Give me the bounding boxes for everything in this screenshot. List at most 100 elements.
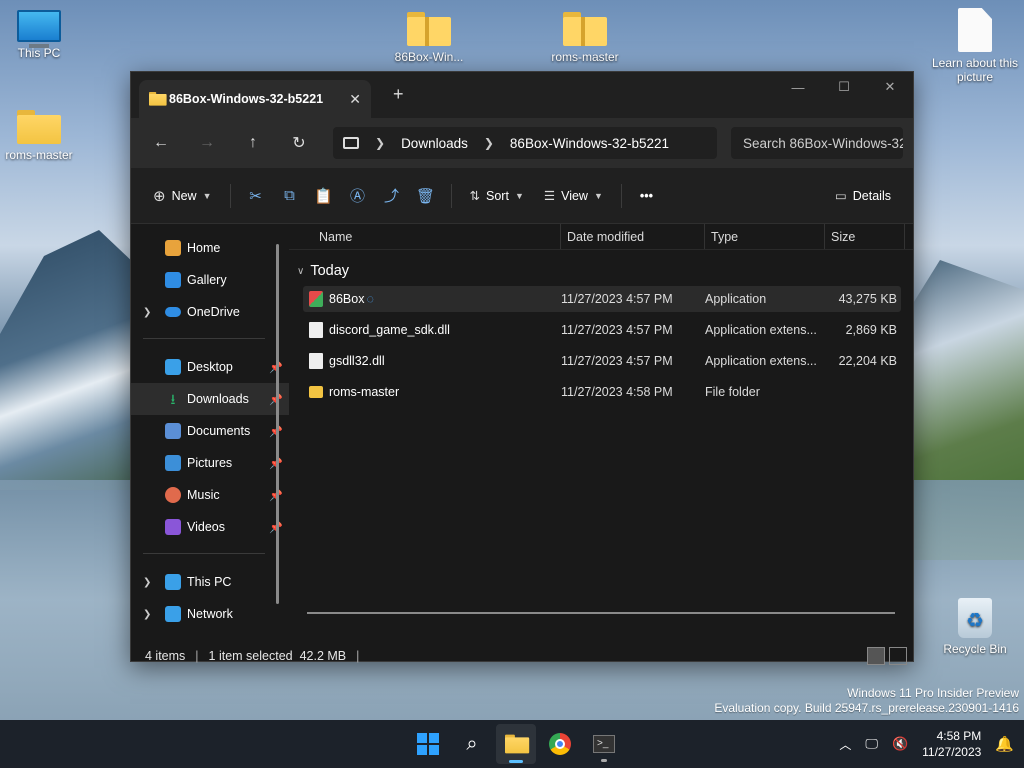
file-size: 43,275 KB (838, 292, 897, 306)
search-button[interactable]: ⌕ (452, 724, 492, 764)
file-explorer-taskbar-button[interactable] (496, 724, 536, 764)
gallery-icon (165, 272, 181, 288)
file-row[interactable]: roms-master 11/27/2023 4:58 PM File fold… (303, 379, 901, 405)
folder-icon (309, 386, 323, 398)
recycle-bin-icon: ♻ (958, 598, 992, 638)
file-row[interactable]: 86Box ◌ 11/27/2023 4:57 PM Application 4… (303, 286, 901, 312)
status-bar: 4 items | 1 item selected 42.2 MB | (131, 644, 913, 668)
maximize-button[interactable]: ☐ (821, 72, 867, 102)
delete-icon[interactable]: 🗑 (411, 178, 441, 214)
back-button[interactable]: ← (141, 127, 181, 159)
sidebar-item-network[interactable]: ❯ Network (131, 598, 289, 630)
file-type: File folder (705, 385, 760, 399)
file-name: gsdll32.dll (329, 354, 385, 368)
status-separator: | (356, 649, 360, 663)
file-explorer-window: 86Box-Windows-32-b5221 ✕ + — ☐ ✕ ← → ↑ ↻… (130, 71, 914, 665)
file-type: Application extens... (705, 323, 817, 337)
chevron-right-icon[interactable]: ❯ (143, 577, 151, 588)
sidebar-item-gallery[interactable]: Gallery (131, 264, 289, 296)
monitor-icon (165, 574, 181, 590)
start-button[interactable] (408, 724, 448, 764)
close-window-button[interactable]: ✕ (867, 72, 913, 102)
sidebar-divider (143, 553, 265, 554)
cut-icon[interactable]: ✂ (241, 178, 271, 214)
breadcrumb-current-folder[interactable]: 86Box-Windows-32-b5221 (510, 136, 669, 151)
file-row[interactable]: gsdll32.dll 11/27/2023 4:57 PM Applicati… (303, 348, 901, 374)
desktop-icon-label: Learn about this picture (931, 56, 1019, 84)
busy-cursor-icon: ◌ (366, 292, 374, 306)
details-button[interactable]: ▭ Details (827, 178, 899, 214)
sidebar-item-this-pc[interactable]: ❯ This PC (131, 566, 289, 598)
up-button[interactable]: ↑ (233, 127, 273, 159)
group-header-today[interactable]: ∨ Today (297, 260, 913, 282)
desktop-icon-roms-master-zip[interactable]: roms-master (540, 12, 630, 64)
share-icon[interactable]: ⤴ (377, 178, 407, 214)
sidebar-item-pictures[interactable]: Pictures 📌 (131, 447, 289, 479)
chevron-up-icon[interactable]: ︿ (839, 736, 851, 753)
dll-file-icon (309, 322, 323, 338)
address-bar[interactable]: ❯ Downloads ❯ 86Box-Windows-32-b5221 (333, 127, 717, 159)
sidebar-item-onedrive[interactable]: ❯ OneDrive (131, 296, 289, 328)
breadcrumb-downloads[interactable]: Downloads (401, 136, 468, 151)
search-input[interactable]: Search 86Box-Windows-32-b5221 (731, 127, 903, 159)
desktop-icon-86box-zip[interactable]: 86Box-Win... (384, 12, 474, 64)
desktop-icon-learn-picture[interactable]: Learn about this picture (930, 8, 1020, 84)
tiles-view-button[interactable] (889, 647, 907, 665)
rename-icon[interactable]: Ⓐ (343, 178, 373, 214)
close-tab-icon[interactable]: ✕ (349, 91, 361, 108)
desktop-icon-recycle-bin[interactable]: ♻ Recycle Bin (930, 598, 1020, 656)
chevron-right-icon[interactable]: ❯ (143, 609, 151, 620)
refresh-button[interactable]: ↻ (279, 127, 319, 159)
more-options-button[interactable]: ••• (632, 178, 661, 214)
sidebar-item-label: Desktop (187, 360, 233, 374)
chrome-taskbar-button[interactable] (540, 724, 580, 764)
terminal-taskbar-button[interactable]: >_ (584, 724, 624, 764)
notification-bell-icon[interactable]: 🔔 (995, 735, 1014, 753)
file-name: discord_game_sdk.dll (329, 323, 450, 337)
view-icon: ☰ (543, 189, 556, 203)
details-pane-icon: ▭ (834, 189, 847, 203)
sidebar-item-label: Home (187, 241, 221, 255)
file-name: 86Box (329, 292, 365, 306)
horizontal-scrollbar[interactable] (307, 612, 895, 614)
sidebar-item-music[interactable]: Music 📌 (131, 479, 289, 511)
mute-volume-icon[interactable]: 🔇 (892, 736, 908, 752)
sidebar-item-downloads[interactable]: ⭳ Downloads 📌 (131, 383, 289, 415)
sidebar-item-home[interactable]: Home (131, 232, 289, 264)
file-row[interactable]: discord_game_sdk.dll 11/27/2023 4:57 PM … (303, 317, 901, 343)
view-button[interactable]: ☰ View ▼ (536, 178, 611, 214)
column-header-date[interactable]: Date modified (561, 224, 705, 249)
pictures-icon (165, 455, 181, 471)
sidebar-scrollbar[interactable] (276, 244, 279, 604)
sidebar-divider (143, 338, 265, 339)
network-icon[interactable]: 🖵 (865, 736, 878, 752)
navigation-pane: Home Gallery ❯ OneDrive Desktop 📌 ⭳ Down… (131, 224, 289, 644)
column-header-type[interactable]: Type (705, 224, 825, 249)
tab-title: 86Box-Windows-32-b5221 (169, 92, 324, 106)
explorer-tab[interactable]: 86Box-Windows-32-b5221 ✕ (139, 80, 371, 118)
desktop-icon-this-pc[interactable]: This PC (0, 10, 84, 60)
document-icon (958, 8, 992, 52)
sidebar-item-desktop[interactable]: Desktop 📌 (131, 351, 289, 383)
sidebar-item-documents[interactable]: Documents 📌 (131, 415, 289, 447)
chevron-down-icon: ∨ (297, 265, 305, 277)
system-tray: ︿ 🖵 🔇 4:58 PM 11/27/2023 🔔 (839, 720, 1014, 768)
new-tab-button[interactable]: + (393, 84, 404, 105)
copy-icon[interactable]: ⧉ (275, 178, 305, 214)
paste-icon[interactable]: 📋 (309, 178, 339, 214)
desktop-icon-roms-master[interactable]: roms-master (0, 110, 84, 162)
cloud-icon (165, 307, 181, 317)
details-view-button[interactable] (867, 647, 885, 665)
column-header-size[interactable]: Size (825, 224, 905, 249)
sort-button[interactable]: ⇅ Sort ▼ (462, 178, 532, 214)
minimize-button[interactable]: — (775, 72, 821, 102)
sidebar-item-videos[interactable]: Videos 📌 (131, 511, 289, 543)
new-button[interactable]: ⊕ New ▼ (145, 178, 220, 214)
forward-button[interactable]: → (187, 127, 227, 159)
column-header-name[interactable]: Name (289, 224, 561, 249)
desktop-icon-label: 86Box-Win... (394, 50, 464, 64)
home-icon (165, 240, 181, 256)
more-icon: ••• (639, 188, 654, 203)
chevron-right-icon[interactable]: ❯ (143, 307, 151, 318)
clock[interactable]: 4:58 PM 11/27/2023 (922, 728, 981, 760)
